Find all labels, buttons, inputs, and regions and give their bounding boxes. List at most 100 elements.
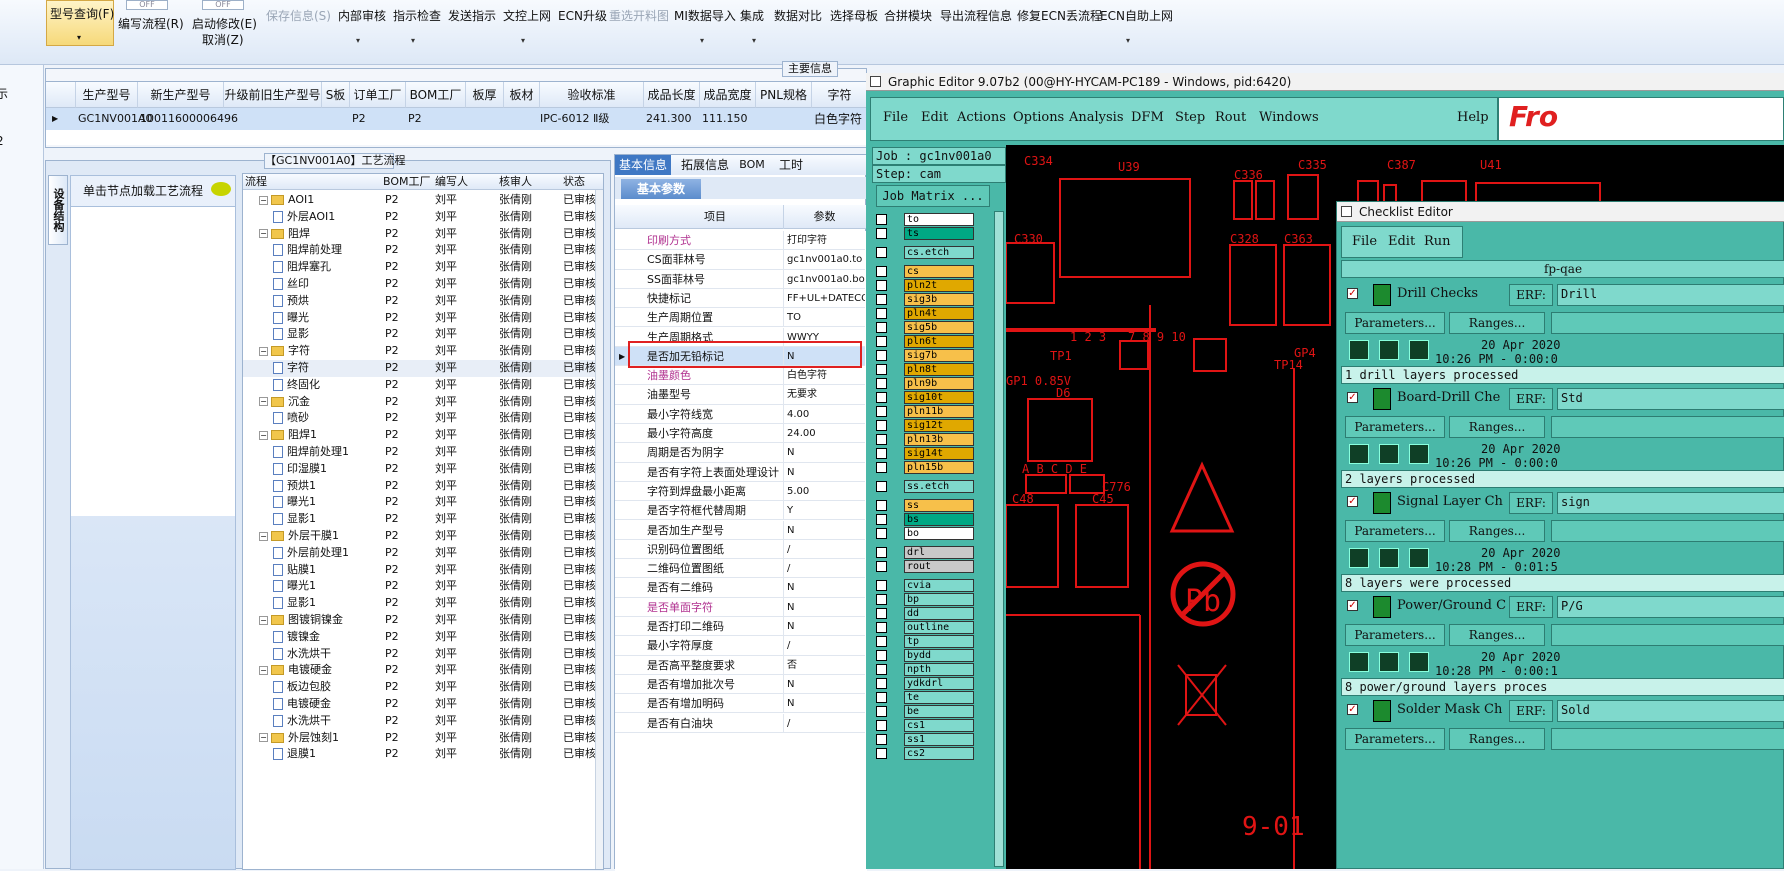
param-row[interactable]: 是否加生产型号 N — [615, 520, 865, 540]
layer-row[interactable]: pln8t — [876, 363, 976, 376]
layer-checkbox[interactable] — [876, 734, 887, 745]
layer-row[interactable]: sig10t — [876, 391, 976, 404]
menu-rout[interactable]: Rout — [1215, 98, 1246, 138]
layer-row[interactable]: sig3b — [876, 293, 976, 306]
layer-checkbox[interactable] — [876, 434, 887, 445]
param-row[interactable]: 是否有二维码 N — [615, 578, 865, 598]
param-row[interactable]: 二维码位置图纸 / — [615, 559, 865, 579]
tree-row[interactable]: 板边包胶 P2 刘平 张倩刚 已审核 — [243, 679, 596, 696]
col-header[interactable]: 新生产型号 — [138, 82, 224, 108]
checkbox[interactable]: ✓ — [1347, 392, 1358, 403]
checkbox[interactable]: ✓ — [1347, 496, 1358, 507]
tree-row[interactable]: 字符 P2 刘平 张倩刚 已审核 — [243, 360, 596, 377]
col-header[interactable]: 订单工厂 — [350, 82, 406, 108]
col-header[interactable]: 升级前旧生产型号 — [224, 82, 322, 108]
param-row[interactable]: 油墨型号 无要求 — [615, 385, 865, 405]
layer-checkbox[interactable] — [876, 266, 887, 277]
menu-dfm[interactable]: DFM — [1131, 98, 1164, 138]
clear-icon[interactable] — [1409, 340, 1429, 360]
layer-checkbox[interactable] — [876, 580, 887, 591]
tree-row[interactable]: 喷砂 P2 刘平 张倩刚 已审核 — [243, 410, 596, 427]
param-row[interactable]: CS面菲林号 gc1nv001a0.to — [615, 250, 865, 270]
action-button[interactable] — [1551, 312, 1784, 334]
tree-row[interactable]: 阻焊前处理 P2 刘平 张倩刚 已审核 — [243, 242, 596, 259]
layer-checkbox[interactable] — [876, 378, 887, 389]
layer-row[interactable]: pln4t — [876, 307, 976, 320]
layer-row[interactable]: ss.etch — [876, 480, 976, 493]
layer-checkbox[interactable] — [876, 406, 887, 417]
param-row[interactable]: 是否有字符上表面处理设计 N — [615, 462, 865, 482]
layer-row[interactable]: npth — [876, 663, 976, 676]
layer-row[interactable]: bp — [876, 593, 976, 606]
parameters-button[interactable]: Parameters... — [1345, 728, 1445, 750]
layer-checkbox[interactable] — [876, 664, 887, 675]
show-icon[interactable] — [1379, 340, 1399, 360]
layer-checkbox[interactable] — [876, 561, 887, 572]
layer-checkbox[interactable] — [876, 308, 887, 319]
layer-row[interactable]: cs — [876, 265, 976, 278]
speech-bubble-icon[interactable] — [211, 182, 231, 196]
expand-toggle-icon[interactable]: − — [259, 346, 268, 356]
tree-row[interactable]: 预烘 P2 刘平 张倩刚 已审核 — [243, 293, 596, 310]
layer-row[interactable]: ss — [876, 499, 976, 512]
layer-row[interactable]: bo — [876, 527, 976, 540]
col-header[interactable]: 参数 — [783, 205, 865, 229]
export-flow-button[interactable]: 导出流程信息 — [940, 6, 1012, 26]
write-flow-button[interactable]: 编写流程(R) — [118, 14, 184, 34]
run-icon[interactable] — [1349, 444, 1369, 464]
save-info-button[interactable]: 保存信息(S) — [266, 6, 331, 26]
tab-basic-info[interactable]: 基本信息 — [615, 155, 671, 175]
layer-row[interactable]: cs1 — [876, 719, 976, 732]
layer-row[interactable]: pln9b — [876, 377, 976, 390]
layer-row[interactable]: cvia — [876, 579, 976, 592]
tree-row[interactable]: − AOI1 P2 刘平 张倩刚 已审核 — [243, 192, 596, 209]
erf-value[interactable]: sign — [1557, 492, 1784, 514]
tree-row[interactable]: 曝光 P2 刘平 张倩刚 已审核 — [243, 310, 596, 327]
tree-row[interactable]: 印湿膜1 P2 刘平 张倩刚 已审核 — [243, 461, 596, 478]
menu-edit[interactable]: Edit — [921, 98, 948, 138]
param-row[interactable]: 是否单面字符 N — [615, 597, 865, 617]
tree-row[interactable]: 显影 P2 刘平 张倩刚 已审核 — [243, 326, 596, 343]
layer-checkbox[interactable] — [876, 280, 887, 291]
expand-toggle-icon[interactable]: − — [259, 430, 268, 440]
layer-row[interactable]: sig5b — [876, 321, 976, 334]
expand-toggle-icon[interactable]: − — [259, 229, 268, 239]
layer-checkbox[interactable] — [876, 500, 887, 511]
job-matrix-button[interactable]: Job Matrix ... — [876, 185, 990, 207]
clear-icon[interactable] — [1409, 548, 1429, 568]
check-name[interactable]: Power/Ground C — [1397, 598, 1506, 613]
merge-module-button[interactable]: 合拼模块 — [884, 6, 932, 26]
check-name[interactable]: Solder Mask Ch — [1397, 702, 1502, 717]
tree-row[interactable]: − 阻焊 P2 刘平 张倩刚 已审核 — [243, 226, 596, 243]
layer-checkbox[interactable] — [876, 547, 887, 558]
param-row[interactable]: 油墨颜色 白色字符 — [615, 366, 865, 386]
tree-row[interactable]: 电镀硬金 P2 刘平 张倩刚 已审核 — [243, 696, 596, 713]
tree-row[interactable]: − 字符 P2 刘平 张倩刚 已审核 — [243, 343, 596, 360]
tab-worktime[interactable]: 工时 — [773, 155, 809, 175]
param-row[interactable]: 是否有白油块 / — [615, 713, 865, 733]
param-row[interactable]: 快捷标记 FF+UL+DATECODE — [615, 288, 865, 309]
layer-checkbox[interactable] — [876, 678, 887, 689]
internal-review-button[interactable]: 内部审核 — [338, 6, 386, 26]
action-button[interactable] — [1551, 416, 1784, 438]
layer-checkbox[interactable] — [876, 420, 887, 431]
action-button[interactable] — [1551, 520, 1784, 542]
layer-checkbox[interactable] — [876, 448, 887, 459]
menu-file[interactable]: File — [883, 98, 908, 138]
parameters-button[interactable]: Parameters... — [1345, 624, 1445, 646]
param-row[interactable]: 是否高平整度要求 否 — [615, 655, 865, 675]
layer-checkbox[interactable] — [876, 392, 887, 403]
layer-checkbox[interactable] — [876, 228, 887, 239]
col-header[interactable]: 生产型号 — [76, 82, 138, 108]
tree-row[interactable]: 终固化 P2 刘平 张倩刚 已审核 — [243, 377, 596, 394]
ck-menu-edit[interactable]: Edit — [1388, 227, 1415, 257]
col-header[interactable]: 成品长度 — [644, 82, 700, 108]
check-name[interactable]: Drill Checks — [1397, 286, 1478, 301]
expand-toggle-icon[interactable]: − — [259, 397, 268, 407]
erf-value[interactable]: Drill — [1557, 284, 1784, 306]
expand-toggle-icon[interactable]: − — [259, 665, 268, 675]
tree-row[interactable]: 水洗烘干 P2 刘平 张倩刚 已审核 — [243, 713, 596, 730]
col-header[interactable]: 板材 — [504, 82, 540, 108]
instruction-check-button[interactable]: 指示检查 — [393, 6, 441, 26]
ecn-self-online-button[interactable]: ECN自助上网 — [1100, 6, 1173, 26]
